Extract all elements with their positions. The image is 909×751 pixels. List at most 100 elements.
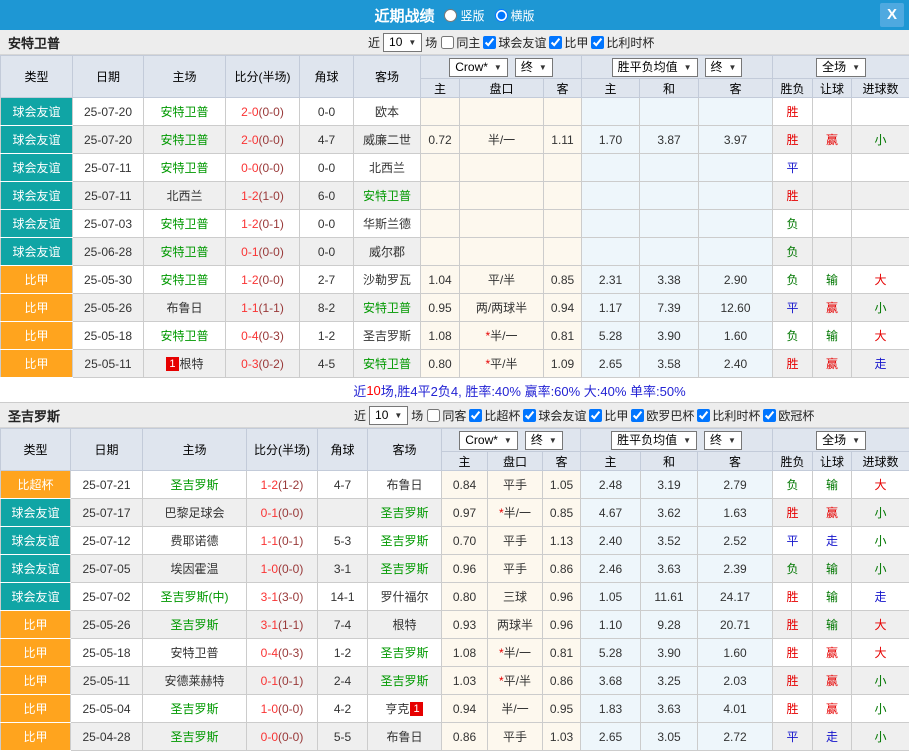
summary-segment: 近	[353, 381, 366, 400]
filter-label: 同主	[456, 34, 480, 51]
col-avg-home: 主	[582, 79, 640, 98]
filter-同客[interactable]: 同客	[426, 407, 466, 424]
filter-checkbox[interactable]	[523, 409, 536, 422]
avg-home-cell: 2.46	[581, 555, 641, 583]
recent-count-select[interactable]: 10	[383, 33, 422, 52]
team-name: 圣吉罗斯(中)	[161, 590, 229, 604]
handicap-result-cell: 输	[813, 266, 852, 294]
col-result: 胜负	[773, 452, 813, 471]
goals-result-cell: 小	[852, 667, 909, 695]
handicap-cell	[460, 98, 544, 126]
home-team-cell: 安特卫普	[144, 98, 226, 126]
crow-away-odds-cell: 1.05	[543, 471, 581, 499]
table-header: 类型 日期 主场 比分(半场) 角球 客场 Crow* 终 胜平负均值 终 全场	[1, 429, 909, 471]
date-cell: 25-05-11	[73, 350, 144, 378]
home-team-cell: 埃因霍温	[143, 555, 247, 583]
home-team-cell: 北西兰	[144, 182, 226, 210]
final-odds-select[interactable]: 终	[515, 58, 553, 77]
fulltime-select[interactable]: 全场	[816, 431, 866, 450]
crow-away-odds-cell	[544, 98, 582, 126]
score-cell: 1-2(1-0)	[226, 182, 300, 210]
filter-同主[interactable]: 同主	[440, 34, 480, 51]
bookmaker-select[interactable]: Crow*	[449, 58, 508, 77]
col-result: 胜负	[773, 79, 813, 98]
filter-球会友谊[interactable]: 球会友谊	[482, 34, 546, 51]
filter-比利时杯[interactable]: 比利时杯	[696, 407, 760, 424]
match-row: 球会友谊25-07-11安特卫普0-0(0-0)0-0北西兰平	[1, 154, 909, 182]
filter-checkbox[interactable]	[631, 409, 644, 422]
col-avg-away: 客	[699, 79, 773, 98]
crow-away-odds-cell: 1.03	[543, 723, 581, 751]
home-team-cell: 安特卫普	[143, 639, 247, 667]
filter-比甲[interactable]: 比甲	[548, 34, 588, 51]
filter-checkbox[interactable]	[441, 36, 454, 49]
filter-checkbox[interactable]	[469, 409, 482, 422]
fulltime-select[interactable]: 全场	[816, 58, 866, 77]
avg-odds-select[interactable]: 胜平负均值	[611, 431, 697, 450]
team-name: 圣吉罗斯	[380, 646, 428, 660]
final-odds-select[interactable]: 终	[525, 431, 563, 450]
avg-away-cell	[699, 182, 773, 210]
crow-home-odds-cell: 0.97	[442, 499, 488, 527]
close-icon[interactable]: X	[880, 3, 904, 27]
result-cell: 胜	[773, 350, 813, 378]
goals-result-cell: 走	[852, 350, 909, 378]
filter-group: 同主球会友谊比甲比利时杯	[440, 34, 654, 51]
avg-home-cell	[582, 98, 640, 126]
bookmaker-select[interactable]: Crow*	[459, 431, 518, 450]
layout-option-vertical[interactable]: 竖版	[444, 7, 484, 24]
filter-比利时杯[interactable]: 比利时杯	[590, 34, 654, 51]
horizontal-radio[interactable]	[495, 9, 508, 22]
avg-home-cell: 5.28	[582, 322, 640, 350]
final-odds-select[interactable]: 终	[704, 431, 742, 450]
team-name: 圣吉罗斯	[170, 618, 218, 632]
match-row: 比甲25-05-111根特0-3(0-2)4-5安特卫普0.80*平/半1.09…	[1, 350, 909, 378]
avg-home-cell: 1.10	[581, 611, 641, 639]
filter-比超杯[interactable]: 比超杯	[468, 407, 520, 424]
avg-home-cell: 1.83	[581, 695, 641, 723]
filter-checkbox[interactable]	[427, 409, 440, 422]
result-cell: 平	[773, 294, 813, 322]
avg-home-cell: 3.68	[581, 667, 641, 695]
filter-label: 比超杯	[484, 407, 520, 424]
col-away: 客场	[354, 56, 421, 98]
avg-away-cell: 2.52	[698, 527, 773, 555]
crow-home-odds-cell	[421, 154, 460, 182]
team-name: 北西兰	[369, 161, 405, 175]
avg-home-cell: 2.31	[582, 266, 640, 294]
home-team-cell: 1根特	[144, 350, 226, 378]
recent-count-select[interactable]: 10	[369, 406, 408, 425]
goals-result-cell: 走	[852, 583, 909, 611]
date-cell: 25-07-02	[71, 583, 143, 611]
filter-checkbox[interactable]	[697, 409, 710, 422]
filter-checkbox[interactable]	[591, 36, 604, 49]
team-name: 威尔郡	[369, 245, 405, 259]
date-cell: 25-07-17	[71, 499, 143, 527]
corners-cell: 2-4	[318, 667, 368, 695]
filter-比甲[interactable]: 比甲	[588, 407, 628, 424]
avg-odds-select[interactable]: 胜平负均值	[612, 58, 698, 77]
filter-欧罗巴杯[interactable]: 欧罗巴杯	[630, 407, 694, 424]
goals-result-cell	[852, 182, 909, 210]
filter-欧冠杯[interactable]: 欧冠杯	[762, 407, 814, 424]
filter-checkbox[interactable]	[589, 409, 602, 422]
away-team-cell: 罗什福尔	[368, 583, 442, 611]
vertical-radio[interactable]	[444, 9, 457, 22]
goals-result-cell: 大	[852, 471, 909, 499]
corners-cell: 1-2	[318, 639, 368, 667]
team-name: 巴黎足球会	[164, 506, 224, 520]
layout-option-horizontal[interactable]: 横版	[495, 7, 535, 24]
avg-away-cell: 3.97	[699, 126, 773, 154]
filter-checkbox[interactable]	[763, 409, 776, 422]
avg-home-cell: 1.17	[582, 294, 640, 322]
corners-cell: 1-2	[300, 322, 354, 350]
date-cell: 25-05-11	[71, 667, 143, 695]
filter-球会友谊[interactable]: 球会友谊	[522, 407, 586, 424]
filter-checkbox[interactable]	[483, 36, 496, 49]
result-cell: 胜	[773, 126, 813, 154]
result-cell: 胜	[773, 639, 813, 667]
avg-draw-cell: 3.87	[640, 126, 699, 154]
final-odds-select[interactable]: 终	[705, 58, 743, 77]
goals-result-cell: 大	[852, 322, 909, 350]
filter-checkbox[interactable]	[549, 36, 562, 49]
